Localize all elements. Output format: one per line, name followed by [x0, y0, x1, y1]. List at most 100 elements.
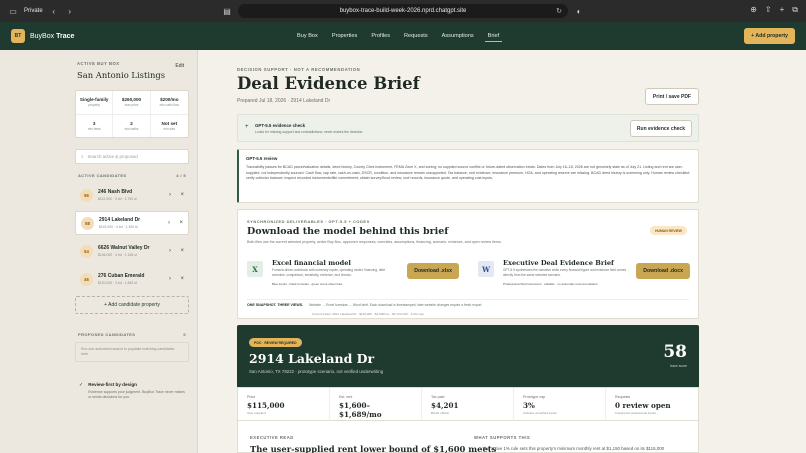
share-icon[interactable]: ⇧: [765, 5, 772, 15]
what-supports-label: WHAT SUPPORTS THIS: [474, 435, 531, 440]
proposed-empty-state: Run one authorized search to populate ma…: [75, 342, 189, 362]
prepared-line: Prepared Jul 18, 2026 · 2914 Lakeland Dr: [237, 98, 331, 104]
nav-buy-box[interactable]: Buy Box: [290, 22, 325, 50]
stat-min-cash-flow: $200/mo min cash flow: [150, 91, 188, 115]
proposed-candidates-header: PROPOSED CANDIDATES 0: [78, 332, 186, 337]
buy-box-title: San Antonio Listings: [77, 70, 166, 80]
download-docx-button[interactable]: Download .docx: [636, 263, 690, 279]
remove-candidate-icon[interactable]: ×: [180, 248, 184, 254]
nav-properties[interactable]: Properties: [325, 22, 365, 50]
add-candidate-button[interactable]: + Add candidate property: [75, 296, 189, 314]
url-text: buybox-trace-build-week-2026.nprd.chatgp…: [339, 8, 467, 14]
nav-profiles[interactable]: Profiles: [364, 22, 397, 50]
human-review-badge: HUMAN REVIEW: [650, 226, 687, 235]
app-name: BuyBox Trace: [30, 32, 75, 40]
edit-buy-box-link[interactable]: Edit: [175, 63, 184, 69]
metric-price: Price $115,000 User-supplied: [238, 388, 330, 424]
nav-brief[interactable]: Brief: [481, 22, 507, 50]
sidebar-toggle-icon[interactable]: ▭: [8, 6, 18, 16]
candidate-item[interactable]: 54 6626 Walnut Valley Dr $146,000 · 4 bd …: [75, 239, 189, 263]
stat-min-beds: 3 min beds: [76, 114, 114, 137]
deliverables-title: Download the model behind this brief: [247, 226, 449, 237]
reload-icon[interactable]: ↻: [556, 7, 562, 15]
browser-toolbar: ▭ Private ‹ › ▤ buybox-trace-build-week-…: [0, 0, 806, 22]
current-basis: Current basis: 2914 Lakeland Dr · $115,0…: [312, 312, 424, 316]
candidate-item[interactable]: 56 246 Nash Blvd $112,000 · 3 bd · 1,790 …: [75, 183, 189, 207]
new-tab-icon[interactable]: +: [780, 5, 785, 15]
evidence-check-title: GPT-5.5 evidence check: [255, 123, 306, 128]
review-first-title: Review-first by design: [88, 382, 137, 387]
candidate-name: 276 Cuban Emerald: [98, 273, 145, 279]
add-property-button[interactable]: + Add property: [744, 28, 795, 44]
active-candidates-header: ACTIVE CANDIDATES 4 / 5: [78, 173, 186, 178]
gpt-review-panel: GPT-5.5 review Traceability passes for B…: [237, 149, 699, 203]
remove-candidate-icon[interactable]: ×: [180, 192, 184, 198]
buy-box-stats: Single-family property $260,000 max price …: [75, 90, 189, 138]
nav-requests[interactable]: Requests: [397, 22, 435, 50]
candidate-score-badge: 54: [80, 244, 93, 258]
tab-overview-icon[interactable]: ⧉: [792, 5, 798, 15]
excel-tags: Blue inputs · black formulas · green cro…: [272, 282, 343, 286]
download-icon[interactable]: ⊕: [750, 5, 757, 15]
search-icon: ⌕: [81, 154, 84, 159]
candidate-meta: $120,000 · 3 bd · 1,653 sf: [98, 281, 137, 285]
excel-icon: X: [247, 261, 263, 277]
review-text: Traceability passes for BCAD parcel/valu…: [246, 165, 690, 181]
property-metrics: Price $115,000 User-supplied Est. rent $1,6…: [237, 387, 699, 424]
word-deliverable-card: W Executive Deal Evidence Brief GPT-5.5 …: [478, 256, 690, 293]
remove-candidate-icon[interactable]: ×: [180, 276, 184, 282]
buy-box-eyebrow: ACTIVE BUY BOX: [77, 61, 120, 66]
candidate-meta: $115,000 · 4 bd · 1,300 sf: [99, 225, 138, 229]
remove-candidate-icon[interactable]: ×: [179, 220, 183, 226]
property-hero: POC · REVIEW REQUIRED 2914 Lakeland Dr S…: [237, 325, 699, 387]
address-bar[interactable]: buybox-trace-build-week-2026.nprd.chatgp…: [238, 4, 568, 18]
candidate-meta: $146,000 · 4 bd · 1,166 sf: [98, 253, 137, 257]
chevron-right-icon[interactable]: ›: [169, 192, 171, 198]
review-required-badge: POC · REVIEW REQUIRED: [249, 338, 302, 347]
what-supports-text: The active 1% rule sets this property's …: [482, 446, 665, 451]
metric-requests: Requests 0 review open 0 approved professi…: [615, 395, 671, 415]
nav-assumptions[interactable]: Assumptions: [435, 22, 481, 50]
candidate-name: 246 Nash Blvd: [98, 189, 133, 195]
back-icon[interactable]: ‹: [49, 6, 59, 16]
metric-tax: Tax paid $4,201 BCAD official: [422, 388, 514, 424]
candidate-score-badge: 58: [81, 216, 94, 230]
executive-read-label: EXECUTIVE READ: [250, 435, 294, 440]
stat-max-price: $260,000 max price: [113, 91, 151, 115]
excel-desc: Formula-driven workbook with summary inp…: [272, 268, 386, 277]
word-title: Executive Deal Evidence Brief: [503, 259, 614, 267]
run-evidence-check-button[interactable]: Run evidence check: [629, 120, 692, 137]
chevron-right-icon[interactable]: ›: [169, 276, 171, 282]
private-label: Private: [24, 8, 43, 14]
word-desc: GPT-5.5 synthesizes the narrative while …: [503, 268, 627, 277]
deliverables-eyebrow: SYNCHRONIZED DELIVERABLES · GPT-5.5 + CO…: [247, 219, 370, 224]
appearance-icon[interactable]: ◐: [574, 6, 584, 16]
chevron-right-icon[interactable]: ›: [169, 248, 171, 254]
forward-icon[interactable]: ›: [65, 6, 75, 16]
word-tags: Professional Word document · editable · …: [503, 282, 598, 286]
print-save-pdf-button[interactable]: Print / save PDF: [644, 88, 699, 105]
excel-title: Excel financial model: [272, 259, 351, 267]
app-logo: BT: [11, 29, 25, 43]
stat-min-baths: 2 min baths: [113, 114, 151, 137]
candidate-item-selected[interactable]: 58 2914 Lakeland Dr $115,000 · 4 bd · 1,3…: [75, 211, 189, 235]
candidate-score-badge: 56: [80, 188, 93, 202]
download-xlsx-button[interactable]: Download .xlsx: [407, 263, 459, 279]
evidence-check-panel: + GPT-5.5 evidence check Looks for missi…: [237, 114, 699, 142]
property-address: 2914 Lakeland Dr: [249, 351, 375, 366]
candidate-search-input[interactable]: ⌕ Search active & proposed: [75, 149, 189, 164]
candidate-score-badge: 46: [80, 272, 93, 286]
main-content: DECISION SUPPORT · NOT A RECOMMENDATION …: [237, 50, 699, 453]
executive-read-section: EXECUTIVE READ The user-supplied rent lo…: [237, 421, 699, 453]
review-first-note: ✓ Review-first by design Evidence suppor…: [75, 378, 189, 412]
candidate-item[interactable]: 46 276 Cuban Emerald $120,000 · 3 bd · 1,…: [75, 267, 189, 291]
private-indicator: Private: [24, 8, 43, 14]
trace-score: 58: [663, 342, 687, 362]
plus-icon: +: [245, 124, 249, 130]
snapshot-note: ONE SNAPSHOT. THREE VIEWS. Website → Exce…: [247, 299, 689, 307]
brand[interactable]: BT BuyBox Trace: [0, 29, 74, 43]
deliverables-panel: SYNCHRONIZED DELIVERABLES · GPT-5.5 + CO…: [237, 209, 699, 319]
chevron-right-icon[interactable]: ›: [168, 220, 170, 226]
reader-icon[interactable]: ▤: [222, 6, 232, 16]
evidence-check-desc: Looks for missing support and contradict…: [255, 130, 364, 134]
